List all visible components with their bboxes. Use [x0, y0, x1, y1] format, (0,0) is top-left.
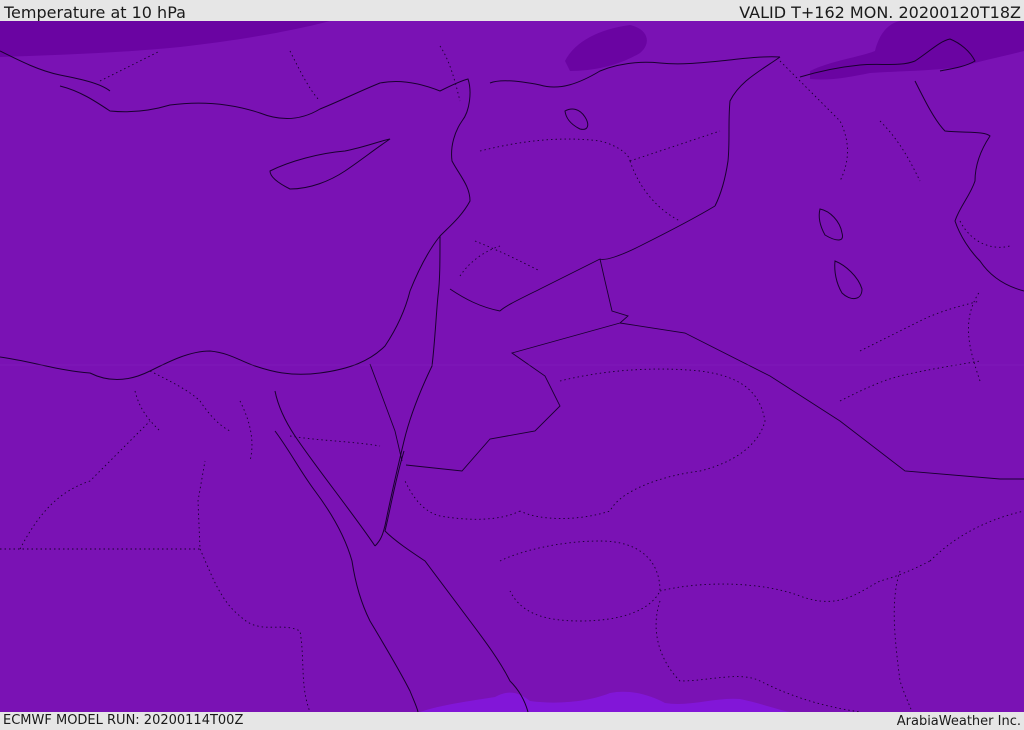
map-canvas: [0, 21, 1024, 713]
weather-map: [0, 21, 1024, 713]
valid-time: VALID T+162 MON. 20200120T18Z: [739, 3, 1021, 22]
credit-text: ArabiaWeather Inc.: [896, 714, 1021, 729]
temperature-field: [0, 21, 1024, 712]
model-run: ECMWF MODEL RUN: 20200114T00Z: [3, 713, 244, 728]
header-bar: Temperature at 10 hPa VALID T+162 MON. 2…: [0, 0, 1024, 22]
map-title: Temperature at 10 hPa: [4, 3, 186, 22]
footer-bar: ECMWF MODEL RUN: 20200114T00Z ArabiaWeat…: [0, 712, 1024, 729]
